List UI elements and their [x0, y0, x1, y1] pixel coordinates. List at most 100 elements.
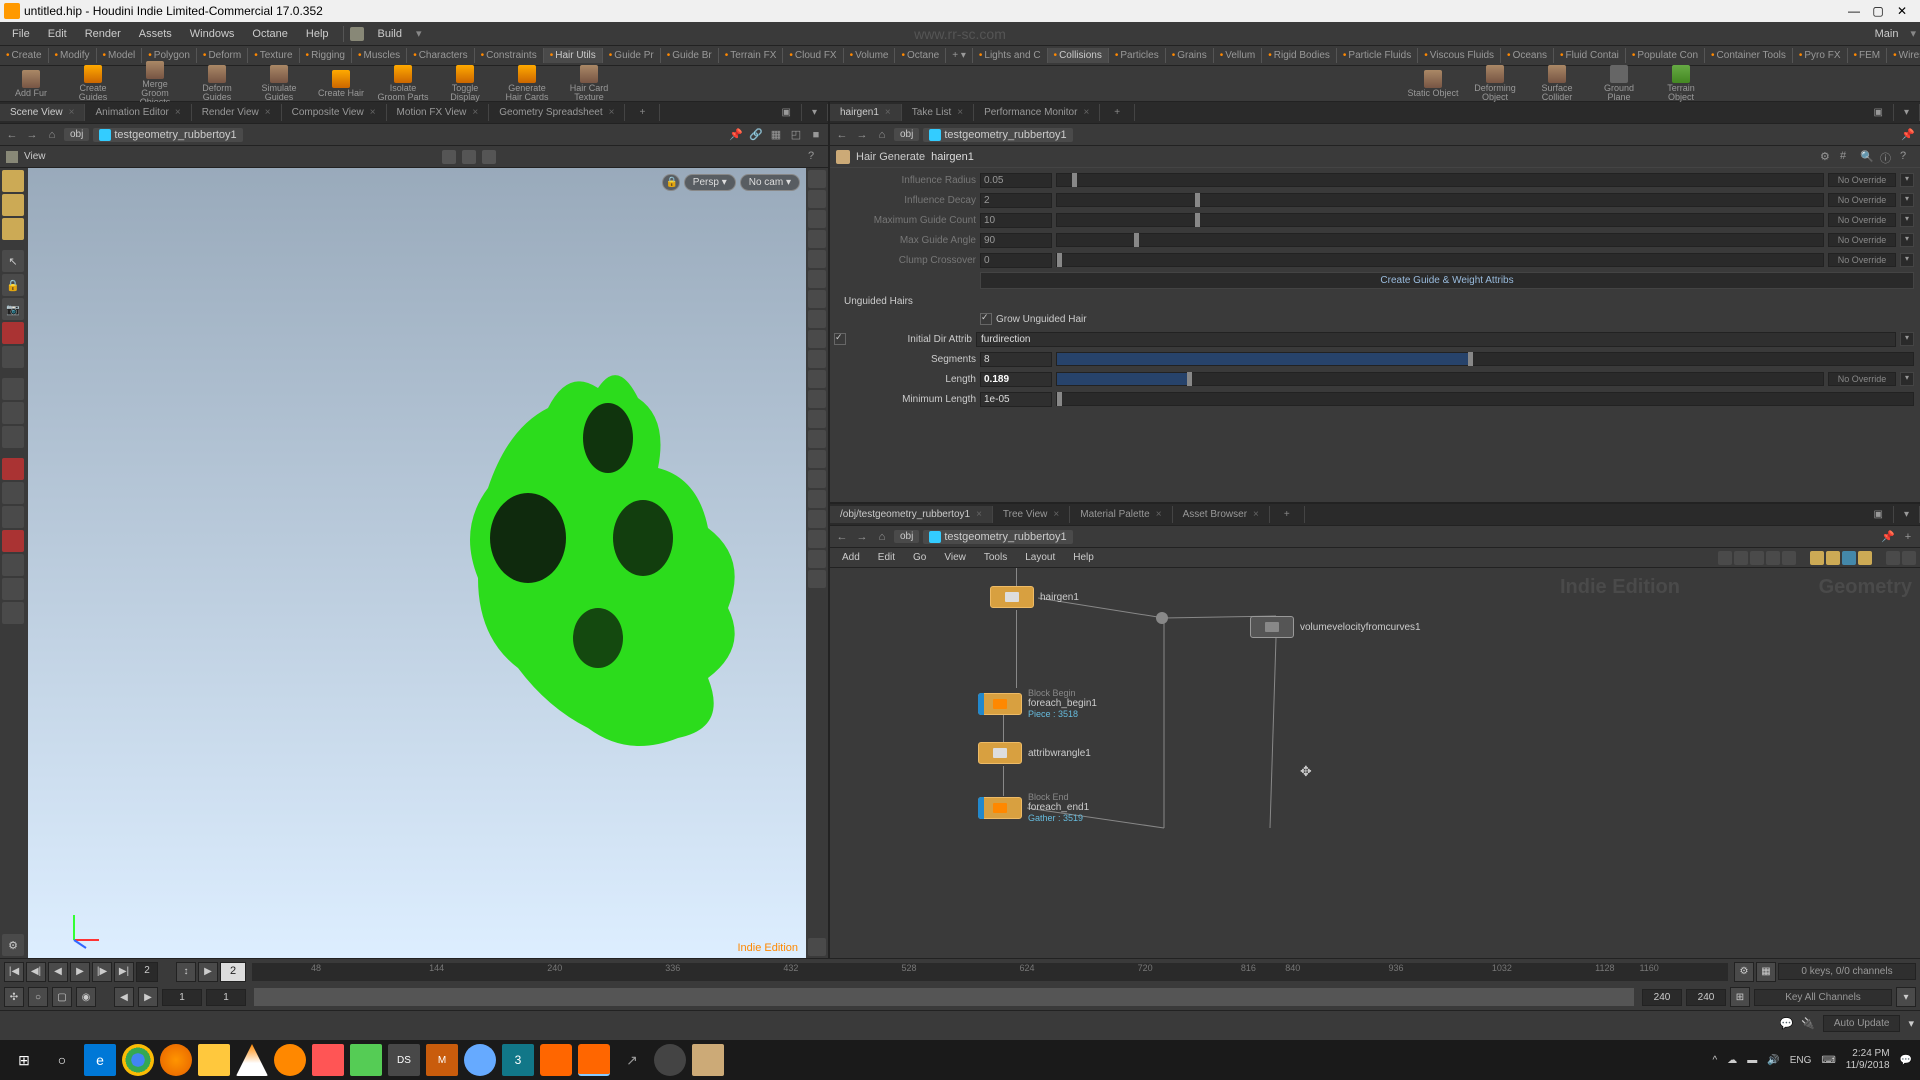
nm-edit[interactable]: Edit	[870, 550, 903, 565]
node-hairgen[interactable]: hairgen1	[990, 586, 1079, 608]
toolbar-icon[interactable]	[1734, 551, 1748, 565]
link-icon[interactable]: 🔗	[748, 127, 764, 143]
path-node[interactable]: testgeometry_rubbertoy1	[923, 128, 1072, 142]
pin-icon[interactable]: 📌	[1900, 127, 1916, 143]
viewport[interactable]: 🔒 Persp ▾ No cam ▾ Indie Edition	[28, 168, 806, 958]
fwd-icon[interactable]: →	[854, 127, 870, 143]
shelf-createhair[interactable]: Create Hair	[314, 70, 368, 98]
app-icon[interactable]: ↗	[616, 1044, 648, 1076]
param-value[interactable]: 8	[980, 352, 1052, 367]
tab-add[interactable]: +	[625, 104, 660, 121]
hammer-icon[interactable]	[350, 27, 364, 41]
opt-icon[interactable]: ○	[28, 987, 48, 1007]
tab-compview[interactable]: Composite View×	[282, 104, 387, 121]
param-slider[interactable]	[1056, 213, 1824, 227]
display-opt-icon[interactable]	[808, 330, 826, 348]
ime-icon[interactable]: ⌨	[1821, 1055, 1835, 1066]
param-value[interactable]: 0	[980, 253, 1052, 268]
opt-icon[interactable]: ▢	[52, 987, 72, 1007]
cloud-icon[interactable]: ☁	[1727, 1055, 1737, 1066]
display-opt-icon[interactable]	[808, 530, 826, 548]
opt-icon[interactable]: ⊞	[1730, 987, 1750, 1007]
magnet-icon[interactable]	[2, 458, 24, 480]
tab-hairgen[interactable]: hairgen1×	[830, 104, 902, 121]
shelf-tab[interactable]: •Rigid Bodies	[1262, 48, 1337, 63]
path-node[interactable]: testgeometry_rubbertoy1	[93, 128, 242, 142]
app-icon[interactable]	[350, 1044, 382, 1076]
camera-dropdown[interactable]: No cam ▾	[740, 174, 800, 191]
toolbar-icon[interactable]	[1858, 551, 1872, 565]
play-fwd-icon[interactable]: ▶	[70, 962, 90, 982]
display-opt-icon[interactable]	[808, 170, 826, 188]
minimize-button[interactable]: —	[1848, 4, 1860, 18]
sphere-icon[interactable]	[2, 194, 24, 216]
fwd-icon[interactable]: →	[24, 127, 40, 143]
param-slider[interactable]	[1056, 372, 1824, 386]
display-icon[interactable]	[442, 150, 456, 164]
app-icon[interactable]	[464, 1044, 496, 1076]
grow-unguided-checkbox[interactable]	[980, 313, 992, 325]
dropdown-icon[interactable]: ▾	[1900, 233, 1914, 247]
close-button[interactable]: ✕	[1896, 4, 1908, 18]
display-opt-icon[interactable]	[808, 490, 826, 508]
step-back-icon[interactable]: ◀|	[26, 962, 46, 982]
tool-icon[interactable]	[2, 578, 24, 600]
auto-update-dropdown[interactable]: Auto Update	[1823, 1015, 1901, 1032]
camera-icon[interactable]: 📷	[2, 298, 24, 320]
edge-icon[interactable]: e	[84, 1044, 116, 1076]
fwd-icon[interactable]: →	[854, 529, 870, 545]
shelf-tab[interactable]: •Rigging	[300, 48, 352, 63]
nav-icon[interactable]: ▶	[138, 987, 158, 1007]
tool-icon[interactable]	[2, 602, 24, 624]
pin-icon[interactable]: 📌	[728, 127, 744, 143]
red-tool-icon[interactable]	[2, 322, 24, 344]
display-opt-icon[interactable]	[808, 570, 826, 588]
app-icon[interactable]	[692, 1044, 724, 1076]
shelf-gencards[interactable]: Generate Hair Cards	[500, 65, 554, 102]
param-slider[interactable]	[1056, 173, 1824, 187]
notification-icon[interactable]: 💬	[1900, 1055, 1912, 1066]
override-dropdown[interactable]: No Override	[1828, 173, 1896, 187]
keys-info[interactable]: 0 keys, 0/0 channels	[1778, 963, 1916, 980]
shelf-tab[interactable]: •Particle Fluids	[1337, 48, 1418, 63]
display-opt-icon[interactable]	[808, 370, 826, 388]
shelf-tab[interactable]: •Texture	[248, 48, 299, 63]
firefox-icon[interactable]	[160, 1044, 192, 1076]
pane-max-icon[interactable]: ▣	[1864, 104, 1894, 121]
display-opt-icon[interactable]	[808, 290, 826, 308]
dropdown-icon[interactable]: ▾	[1900, 253, 1914, 267]
key-all-dropdown[interactable]: Key All Channels	[1754, 989, 1892, 1006]
view-mode-icon[interactable]: ■	[808, 127, 824, 143]
shelf-createguides[interactable]: Create Guides	[66, 65, 120, 102]
shelf-simulate[interactable]: Simulate Guides	[252, 65, 306, 102]
chrome-icon[interactable]	[122, 1044, 154, 1076]
shelf-static[interactable]: Static Object	[1406, 70, 1460, 98]
display-opt-icon[interactable]	[808, 250, 826, 268]
param-slider[interactable]	[1056, 352, 1914, 366]
display-opt-icon[interactable]	[808, 450, 826, 468]
timeline-opt-icon[interactable]: ⚙	[1734, 962, 1754, 982]
nm-layout[interactable]: Layout	[1017, 550, 1063, 565]
shelf-surface[interactable]: Surface Collider	[1530, 65, 1584, 102]
tool-icon[interactable]	[2, 378, 24, 400]
shelf-tab[interactable]: •Cloud FX	[783, 48, 843, 63]
dropdown-icon[interactable]: ▾	[1900, 372, 1914, 386]
app-icon[interactable]: DS	[388, 1044, 420, 1076]
initial-dir-input[interactable]: furdirection	[976, 332, 1896, 347]
display-opt-icon[interactable]	[808, 230, 826, 248]
start-button[interactable]: ⊞	[8, 1044, 40, 1076]
info-icon[interactable]: ⓘ	[1880, 150, 1894, 164]
tab-netview[interactable]: /obj/testgeometry_rubbertoy1×	[830, 506, 993, 523]
pane-menu-icon[interactable]: ▾	[1894, 506, 1920, 523]
tab-perfmon[interactable]: Performance Monitor×	[974, 104, 1100, 121]
override-dropdown[interactable]: No Override	[1828, 253, 1896, 267]
display-opt-icon[interactable]	[808, 350, 826, 368]
param-value[interactable]: 90	[980, 233, 1052, 248]
persp-dropdown[interactable]: Persp ▾	[684, 174, 736, 191]
node-attribwrangle[interactable]: attribwrangle1	[978, 742, 1091, 764]
lock-camera-icon[interactable]: 🔒	[2, 274, 24, 296]
param-value[interactable]: 2	[980, 193, 1052, 208]
shelf-tab[interactable]: •Particles	[1109, 48, 1166, 63]
shelf-tab[interactable]: •Terrain FX	[719, 48, 784, 63]
maximize-button[interactable]: ▢	[1872, 4, 1884, 18]
